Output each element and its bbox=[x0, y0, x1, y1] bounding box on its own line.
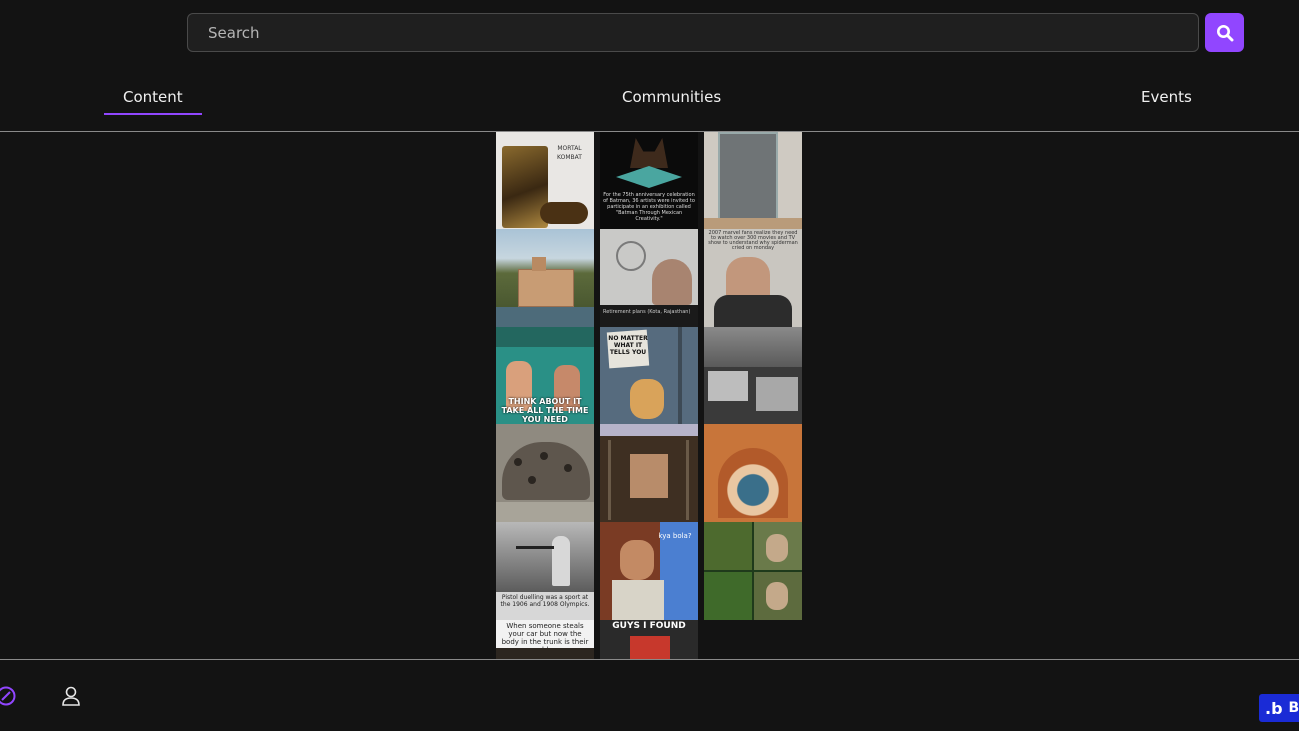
tile-caption: GUYS I FOUND bbox=[612, 621, 686, 631]
feed-tile[interactable]: GUYS I FOUND bbox=[600, 620, 698, 659]
feed-tile[interactable] bbox=[704, 424, 802, 522]
feed-tile[interactable]: MORTAL KOMBAT bbox=[496, 132, 594, 229]
tile-caption: MORTAL KOMBAT bbox=[557, 145, 582, 161]
corner-badge[interactable]: .b B bbox=[1259, 694, 1299, 722]
footer-divider bbox=[0, 659, 1299, 660]
badge-label: B bbox=[1288, 700, 1299, 716]
tab-communities[interactable]: Communities bbox=[622, 88, 721, 106]
tab-events[interactable]: Events bbox=[1141, 88, 1192, 106]
tile-caption: NO MATTER WHAT IT TELLS YOU bbox=[608, 335, 648, 356]
feed-tile[interactable]: Retirement plans (Kota, Rajasthan) bbox=[600, 229, 698, 327]
feed-tile[interactable]: NO MATTER WHAT IT TELLS YOU bbox=[600, 327, 698, 424]
feed-tile[interactable] bbox=[704, 327, 802, 424]
feed-tile[interactable] bbox=[496, 424, 594, 522]
feed-tile[interactable] bbox=[496, 229, 594, 327]
tile-caption: Retirement plans (Kota, Rajasthan) bbox=[603, 309, 691, 315]
feed-tile[interactable]: 2007 marvel fans realize they need to wa… bbox=[704, 229, 802, 327]
search-icon bbox=[1216, 24, 1233, 41]
tile-caption: kya bola? bbox=[658, 532, 692, 540]
feed-tile[interactable]: THINK ABOUT IT TAKE ALL THE TIME YOU NEE… bbox=[496, 327, 594, 424]
b-logo-icon: .b bbox=[1265, 698, 1283, 718]
tab-content[interactable]: Content bbox=[123, 88, 183, 106]
tile-caption: For the 75th anniversary celebration of … bbox=[603, 192, 695, 222]
feed-tile[interactable]: kya bola? bbox=[600, 522, 698, 620]
feed-tile[interactable]: For the 75th anniversary celebration of … bbox=[600, 132, 698, 229]
tab-content-underline bbox=[104, 113, 202, 115]
feed-tile[interactable] bbox=[704, 522, 802, 620]
feed-tile[interactable] bbox=[600, 424, 698, 522]
tile-caption: Pistol duelling was a sport at the 1906 … bbox=[500, 594, 590, 608]
tile-caption: 2007 marvel fans realize they need to wa… bbox=[708, 230, 798, 251]
content-grid: MORTAL KOMBAT THINK ABOUT IT TAKE ALL TH… bbox=[496, 132, 802, 659]
compass-icon[interactable] bbox=[0, 684, 18, 708]
tile-caption: THINK ABOUT IT TAKE ALL THE TIME YOU NEE… bbox=[501, 397, 589, 424]
feed-tile[interactable] bbox=[704, 132, 802, 229]
user-icon[interactable] bbox=[59, 684, 83, 708]
feed-tile[interactable]: When someone steals your car but now the… bbox=[496, 620, 594, 659]
search-field[interactable] bbox=[187, 13, 1199, 52]
search-button[interactable] bbox=[1205, 13, 1244, 52]
search-input[interactable] bbox=[188, 14, 1198, 51]
feed-tile[interactable]: Pistol duelling was a sport at the 1906 … bbox=[496, 522, 594, 620]
